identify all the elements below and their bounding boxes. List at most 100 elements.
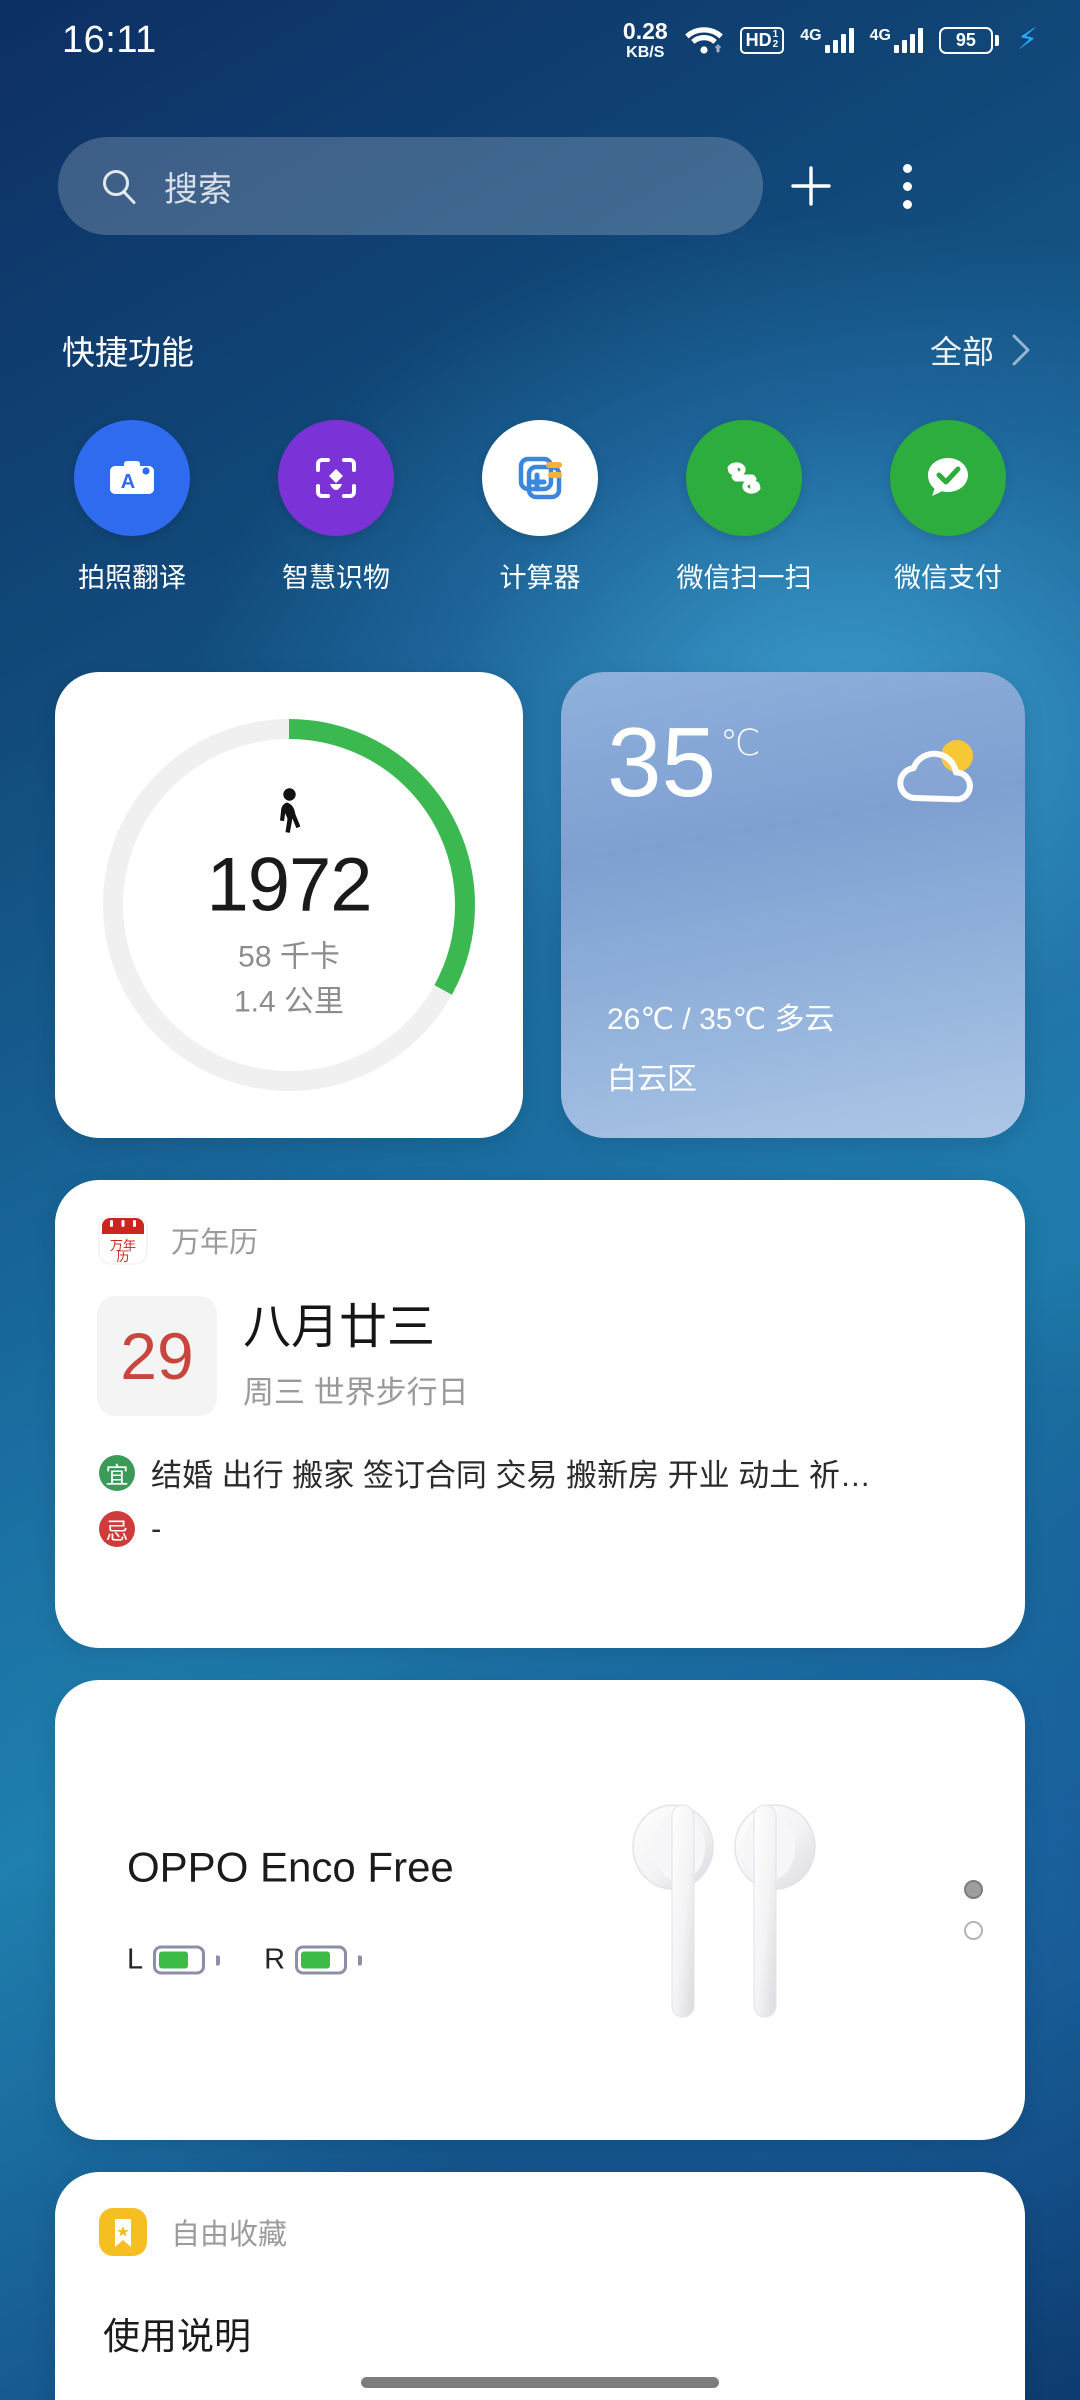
network-speed-unit: KB/S xyxy=(626,43,665,61)
see-all-label: 全部 xyxy=(929,334,994,370)
cloudy-sun-icon xyxy=(891,732,983,810)
calendar-yi-row: 宜 结婚 出行 搬家 签订合同 交易 搬新房 开业 动土 祈… xyxy=(99,1450,1025,1495)
quick-functions-header: 快捷功能 全部 xyxy=(0,320,1080,380)
earbuds-page-indicator[interactable] xyxy=(964,1880,983,1940)
quick-app-wechat-pay[interactable]: 微信支付 xyxy=(878,420,1018,595)
earbuds-left-label: L xyxy=(127,1943,144,1976)
sim1-network-label: 4G xyxy=(800,26,822,44)
quick-app-label: 智慧识物 xyxy=(282,563,390,593)
weather-widget[interactable]: 35 ℃ 26℃ / 35℃ 多云 白云区 xyxy=(561,672,1025,1138)
overflow-menu-icon xyxy=(902,163,912,209)
weather-range-condition: 26℃ / 35℃ 多云 xyxy=(607,1003,835,1036)
battery-nub-right xyxy=(358,1955,363,1965)
quick-app-calculator[interactable]: 计算器 xyxy=(470,420,610,595)
calendar-day-number: 29 xyxy=(120,1319,194,1393)
battery-indicator: 95 xyxy=(938,26,999,54)
wifi-icon xyxy=(684,24,724,56)
weather-location: 白云区 xyxy=(607,1063,697,1096)
svg-text:历: 历 xyxy=(116,1249,129,1264)
step-count-value: 1972 xyxy=(206,842,372,928)
calendar-yiji-block: 宜 结婚 出行 搬家 签订合同 交易 搬新房 开业 动土 祈… 忌 - xyxy=(55,1416,1025,1547)
plus-icon xyxy=(787,162,835,210)
quick-functions-list: A 拍照翻译 智慧识物 计算器 微信扫一扫 微信支付 xyxy=(0,420,1080,595)
add-button[interactable] xyxy=(763,138,859,234)
earbuds-left-battery: L xyxy=(127,1943,221,1977)
search-placeholder: 搜索 xyxy=(164,170,232,209)
calendar-app-name: 万年历 xyxy=(171,1227,259,1259)
page-dot[interactable] xyxy=(964,1880,983,1899)
calendar-ji-text: - xyxy=(151,1511,162,1546)
quick-app-label: 微信支付 xyxy=(894,563,1002,593)
home-indicator[interactable] xyxy=(361,2377,719,2388)
earbuds-device-name: OPPO Enco Free xyxy=(127,1843,454,1891)
svg-text:A: A xyxy=(121,471,135,493)
earbuds-info: OPPO Enco Free L R xyxy=(127,1844,454,1977)
quick-app-label: 微信扫一扫 xyxy=(676,563,812,593)
step-counter-widget[interactable]: 1972 58 千卡 1.4 公里 xyxy=(55,672,523,1138)
calendar-weekday-event: 周三 世界步行日 xyxy=(243,1375,469,1411)
earbuds-card[interactable]: OPPO Enco Free L R xyxy=(55,1680,1025,2140)
step-calories: 58 千卡 xyxy=(238,940,340,974)
earbuds-icon xyxy=(615,1785,845,2035)
earbuds-battery-group: L R xyxy=(127,1944,454,1977)
overflow-menu-button[interactable] xyxy=(859,138,955,234)
page-dot[interactable] xyxy=(964,1921,983,1940)
quick-app-label: 计算器 xyxy=(499,563,581,593)
calendar-text-group: 八月廿三 周三 世界步行日 xyxy=(243,1300,469,1412)
quick-functions-see-all[interactable]: 全部 xyxy=(930,327,1032,373)
network-speed-value: 0.28 xyxy=(622,17,668,44)
collection-title: 使用说明 xyxy=(103,2316,251,2357)
quick-app-label: 拍照翻译 xyxy=(78,563,186,593)
status-bar: 16:11 0.28 KB/S HD 1 2 4G 4G 95 ⚡ xyxy=(0,0,1080,80)
sim2-signal-bars xyxy=(893,27,923,53)
volte-hd-icon: HD 1 2 xyxy=(739,26,785,54)
collection-card[interactable]: 自由收藏 使用说明 xyxy=(55,2172,1025,2400)
bookmark-icon xyxy=(97,2206,149,2258)
calendar-ji-row: 忌 - xyxy=(99,1511,1025,1547)
earbuds-card-body: OPPO Enco Free L R xyxy=(55,1680,1025,2140)
yi-badge-icon: 宜 xyxy=(99,1454,135,1491)
chevron-right-icon xyxy=(1010,332,1032,368)
search-input[interactable]: 搜索 xyxy=(58,137,763,235)
weather-temp-value: 35 xyxy=(607,707,717,817)
hd-label: HD xyxy=(745,29,772,50)
quick-app-smart-scan[interactable]: 智慧识物 xyxy=(266,420,406,595)
sim2-signal-icon: 4G xyxy=(869,26,923,53)
charging-bolt-icon: ⚡ xyxy=(1016,23,1038,56)
weather-current-temp: 35 ℃ xyxy=(607,707,761,817)
smart-scan-icon xyxy=(278,420,394,536)
quick-app-photo-translate[interactable]: A 拍照翻译 xyxy=(62,420,202,595)
calendar-app-icon: 万年 历 xyxy=(97,1214,149,1266)
calendar-yi-text: 结婚 出行 搬家 签订合同 交易 搬新房 开业 动土 祈… xyxy=(151,1458,871,1493)
sim1-signal-bars xyxy=(824,27,854,53)
phone-screen: 16:11 0.28 KB/S HD 1 2 4G 4G 95 ⚡ 搜索 快捷功… xyxy=(0,0,1080,2400)
earbuds-right-battery: R xyxy=(264,1943,363,1977)
search-icon xyxy=(100,167,138,205)
weather-details: 26℃ / 35℃ 多云 白云区 xyxy=(607,994,834,1098)
quick-functions-title: 快捷功能 xyxy=(62,334,194,371)
step-distance: 1.4 公里 xyxy=(233,985,345,1018)
earbuds-right-label: R xyxy=(264,1943,286,1976)
sim2-network-label: 4G xyxy=(869,26,891,44)
calendar-card[interactable]: 万年 历 万年历 29 八月廿三 周三 世界步行日 宜 结婚 出行 搬家 签订合… xyxy=(55,1180,1025,1648)
wechat-pay-icon xyxy=(890,420,1006,536)
quick-app-wechat-scan[interactable]: 微信扫一扫 xyxy=(674,420,814,595)
battery-level-text: 95 xyxy=(938,26,993,54)
ji-badge-icon: 忌 xyxy=(99,1511,135,1547)
weather-temp-unit: ℃ xyxy=(720,722,761,763)
weather-top-row: 35 ℃ xyxy=(607,707,983,817)
hd-sim1: 1 xyxy=(772,28,779,40)
collection-app-name: 自由收藏 xyxy=(171,2219,288,2251)
battery-shell-right xyxy=(295,1945,348,1975)
wechat-scan-icon xyxy=(686,420,802,536)
hd-sim2: 2 xyxy=(772,38,779,50)
search-row: 搜索 xyxy=(0,136,1080,236)
calculator-icon xyxy=(482,420,598,536)
step-widget-content: 1972 58 千卡 1.4 公里 xyxy=(139,788,439,1023)
status-icons: 0.28 KB/S HD 1 2 4G 4G 95 ⚡ xyxy=(622,17,1038,61)
sim1-signal-icon: 4G xyxy=(800,26,854,53)
network-speed-indicator: 0.28 KB/S xyxy=(622,17,668,61)
widgets-row: 1972 58 千卡 1.4 公里 35 ℃ 26℃ / 35℃ 多云 白云区 xyxy=(55,672,1025,1138)
battery-shell-left xyxy=(153,1945,206,1975)
collection-card-header: 自由收藏 xyxy=(55,2172,1025,2258)
